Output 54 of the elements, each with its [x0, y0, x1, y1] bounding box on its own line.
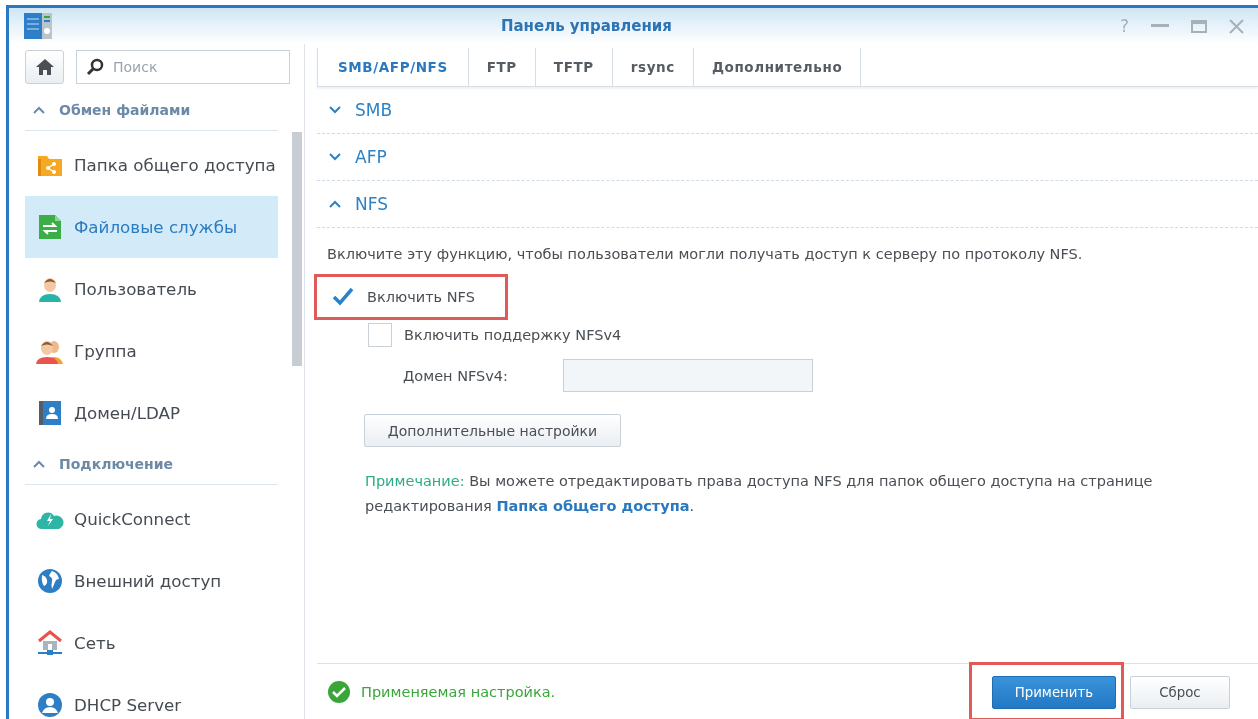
chevron-icon: [33, 460, 45, 468]
tab[interactable]: SMB/AFP/NFS: [317, 48, 468, 86]
field-label: Домен NFSv4:: [403, 367, 509, 384]
section-header[interactable]: Обмен файлами: [25, 90, 278, 131]
sidebar-item[interactable]: DHCP Server: [25, 674, 278, 719]
checkbox-label: Включить NFS: [367, 289, 475, 305]
tab[interactable]: TFTP: [534, 48, 612, 86]
home-icon: [34, 58, 55, 76]
apply-button[interactable]: Применить: [991, 676, 1116, 709]
domain-input-field[interactable]: [563, 359, 813, 392]
sidebar-item[interactable]: Домен/LDAP: [25, 382, 278, 444]
close-icon[interactable]: [1229, 18, 1244, 34]
sidebar-item[interactable]: Сеть: [25, 612, 278, 674]
section-header[interactable]: Подключение: [25, 444, 278, 485]
window-title: Панель управления: [499, 17, 673, 35]
globe-icon: [37, 568, 63, 594]
advanced-settings-button[interactable]: Дополнительные настройки: [364, 414, 621, 447]
status-text: Применяемая настройка.: [361, 683, 556, 700]
tab[interactable]: Дополнительно: [692, 48, 862, 86]
maximize-icon[interactable]: [1191, 19, 1207, 33]
section-header[interactable]: NFS: [317, 181, 1258, 228]
chevron-icon: [33, 106, 45, 114]
sidebar-item[interactable]: Пользователь: [25, 258, 278, 320]
chevron-icon: [329, 106, 341, 114]
tab[interactable]: FTP: [467, 48, 535, 86]
sidebar-item[interactable]: Группа: [25, 320, 278, 382]
app-logo-icon: [23, 11, 53, 41]
chevron-icon: [329, 153, 341, 161]
house-network-icon: [37, 630, 63, 656]
sidebar-item[interactable]: QuickConnect: [25, 488, 278, 550]
sidebar-item[interactable]: Папка общего доступа: [25, 134, 278, 196]
section-header[interactable]: SMB: [317, 87, 1258, 134]
search-icon: [86, 58, 104, 76]
note-text: Примечание: Вы можете отредактировать права доступа NFS для папок общего доступа на странице редактирования Папка общего доступа.: [365, 472, 1154, 516]
minimize-icon[interactable]: [1151, 24, 1169, 28]
search-field[interactable]: Поиск: [76, 50, 290, 84]
checkbox[interactable]: [368, 323, 392, 347]
user-icon: [37, 276, 63, 302]
tab[interactable]: rsync: [611, 48, 693, 86]
scrollbar-thumb[interactable]: [292, 132, 302, 366]
home-button[interactable]: [25, 50, 64, 84]
directory-book-icon: [38, 400, 62, 426]
section-header[interactable]: AFP: [317, 134, 1258, 181]
sidebar-item[interactable]: Файловые службы: [25, 196, 278, 258]
shared-folder-link[interactable]: Папка общего доступа: [496, 498, 690, 514]
chevron-icon: [329, 200, 341, 208]
checkbox-label: Включить поддержку NFSv4: [404, 327, 622, 343]
check-circle-icon: [327, 679, 351, 704]
description-text: Включите эту функцию, чтобы пользователи могли получать доступ к серверу по протоколу NFS.: [327, 246, 1084, 262]
users-icon: [36, 338, 64, 364]
sidebar-item[interactable]: Внешний доступ: [25, 550, 278, 612]
file-arrows-icon: [38, 214, 62, 240]
shared-folder-icon: [37, 153, 63, 177]
reset-button[interactable]: Сброс: [1130, 676, 1230, 709]
